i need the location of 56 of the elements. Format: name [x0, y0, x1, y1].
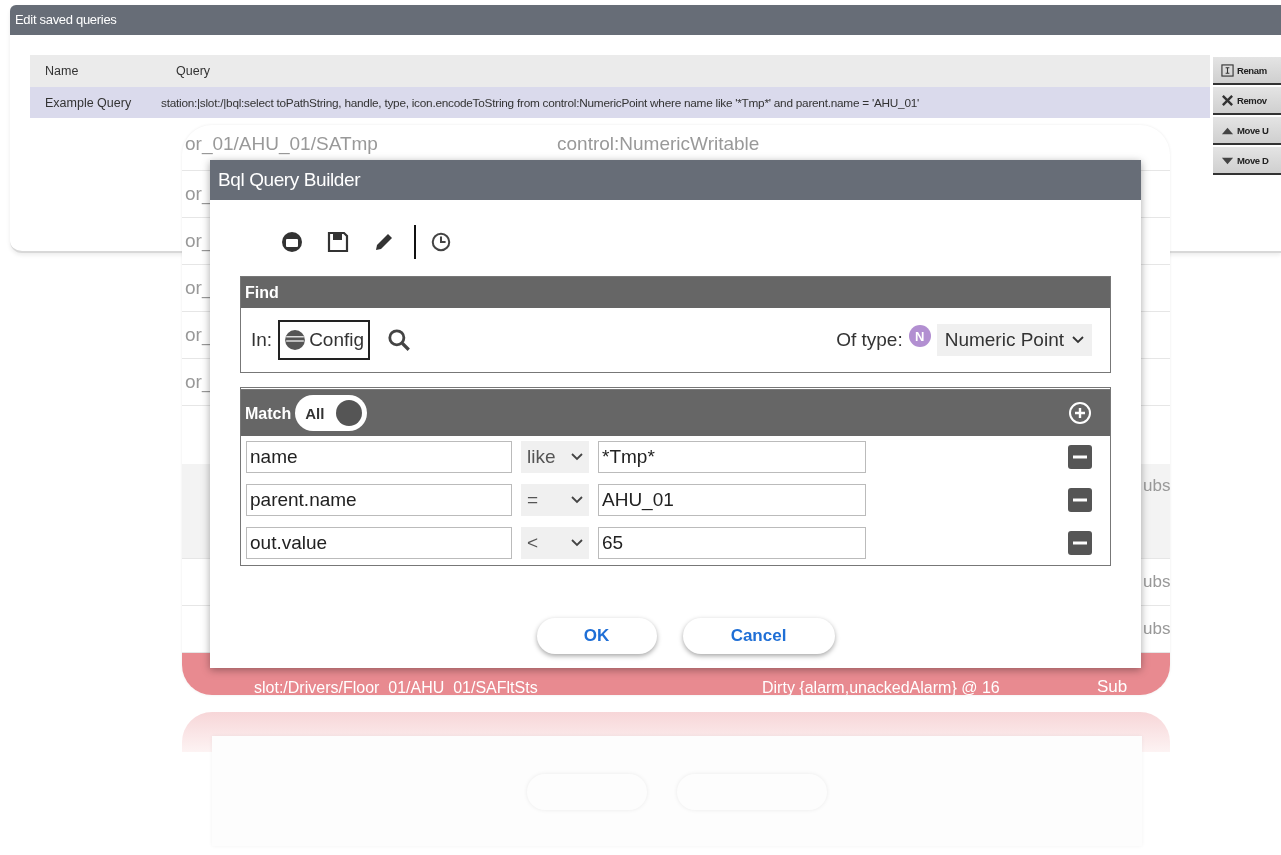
panel-header: Match [245, 403, 292, 424]
database-icon [284, 329, 307, 351]
operator-dropdown[interactable]: = [521, 484, 589, 516]
table-cell: station:|slot:/|bql:select toPathString, handle, type, icon.encodeToString from control:NumericPoint where name like '*Tmp*' and parent.name = 'AHU_01' [161, 95, 920, 110]
table-cell: or_ [185, 277, 213, 299]
table-cell: control:NumericWritable [557, 133, 760, 155]
value-input[interactable]: 65 [598, 527, 866, 559]
save-icon[interactable] [326, 230, 350, 254]
table-cell: Sub [1097, 677, 1128, 695]
remove-row-icon[interactable] [1068, 445, 1092, 469]
table-cell: or_01/AHU_01/SATmp [185, 133, 378, 155]
field-input[interactable]: parent.name [246, 484, 512, 516]
scope-button[interactable]: Config [278, 320, 371, 360]
table-cell: or_ [185, 324, 213, 346]
table-cell: or_ [185, 230, 213, 252]
close-icon [1221, 93, 1234, 107]
value-input[interactable]: AHU_01 [598, 484, 866, 516]
move-up-button[interactable]: Move U [1213, 117, 1281, 145]
ok-button[interactable]: OK [536, 618, 657, 654]
dialog-title: Bql Query Builder [210, 160, 1141, 200]
field-input[interactable]: out.value [246, 527, 512, 559]
query-row[interactable]: Example Query station:|slot:/|bql:select toPathString, handle, type, icon.encodeToString from control:NumericPoint where name like '*Tmp*' and parent.name = 'AHU_01' [30, 87, 1210, 118]
move-down-button[interactable]: Move D [1213, 147, 1281, 175]
remove-button[interactable]: Remov [1213, 87, 1281, 115]
operator-dropdown[interactable]: like [521, 441, 589, 473]
table-cell: ubs [1143, 476, 1170, 496]
type-badge: N [908, 325, 931, 347]
folder-icon[interactable] [280, 230, 304, 254]
type-label: Of type: [836, 329, 903, 351]
column-header: Query [175, 64, 212, 78]
text-cursor-icon [1221, 63, 1234, 77]
in-label: In: [251, 329, 273, 351]
add-icon[interactable] [1068, 401, 1092, 425]
remove-row-icon[interactable] [1068, 531, 1092, 555]
match-toggle[interactable]: All [295, 395, 368, 431]
table-cell: ubs [1143, 619, 1170, 639]
column-header: Name [44, 64, 80, 78]
table-cell: or_ [185, 371, 213, 393]
chevron-down-icon [571, 539, 583, 547]
rename-button[interactable]: Renam [1213, 57, 1281, 85]
remove-row-icon[interactable] [1068, 488, 1092, 512]
table-cell-text: Example Query [44, 95, 133, 110]
operator-dropdown[interactable]: < [521, 527, 589, 559]
clock-icon[interactable] [430, 231, 452, 253]
type-dropdown[interactable]: Numeric Point [936, 324, 1092, 356]
chevron-down-icon [1072, 336, 1084, 344]
field-input[interactable]: name [246, 441, 512, 473]
panel-header: Find [241, 277, 1110, 308]
search-icon[interactable] [386, 327, 413, 353]
window-title: Edit saved queries [10, 5, 1281, 35]
table-cell: or_ [185, 183, 213, 205]
chevron-down-icon [571, 496, 583, 504]
table-cell: ubs [1143, 572, 1170, 592]
chevron-down-icon [571, 453, 583, 461]
cancel-button[interactable]: Cancel [682, 618, 835, 654]
value-input[interactable]: *Tmp* [598, 441, 866, 473]
